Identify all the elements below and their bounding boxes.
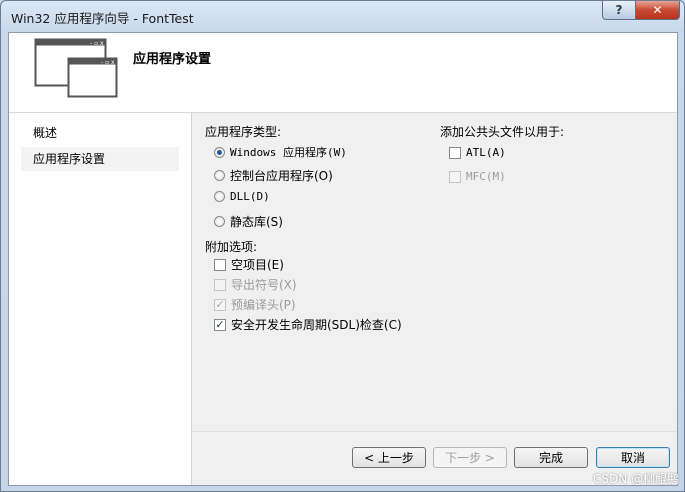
- radio-label: DLL(D): [230, 190, 270, 203]
- checkbox-label: ATL(A): [466, 146, 506, 159]
- radio-unchecked-icon: [214, 170, 225, 181]
- checkbox-atl[interactable]: ATL(A): [449, 146, 506, 159]
- checkbox-mfc: MFC(M): [449, 170, 506, 183]
- radio-console-app[interactable]: 控制台应用程序(O): [214, 167, 333, 184]
- svg-text:- ▫ x: - ▫ x: [90, 40, 104, 47]
- checkbox-unchecked-icon: [214, 258, 226, 271]
- finish-button[interactable]: 完成: [514, 447, 588, 468]
- window-title: Win32 应用程序向导 - FontTest: [11, 11, 194, 26]
- wizard-client-area: - ▫ x - ▫ x 应用程序设置 概述 应用程序设置 应用程序类型: Win…: [8, 32, 678, 486]
- radio-unchecked-icon: [214, 216, 225, 227]
- radio-label: 控制台应用程序(O): [230, 169, 333, 183]
- close-button[interactable]: ✕: [635, 1, 680, 20]
- checkbox-label: 空项目(E): [231, 258, 284, 272]
- footer-divider: [192, 431, 677, 432]
- help-button[interactable]: ?: [602, 1, 636, 20]
- checkbox-disabled-icon: [214, 278, 226, 291]
- radio-unchecked-icon: [214, 191, 225, 202]
- wizard-window: Win32 应用程序向导 - FontTest ? ✕ - ▫ x - ▫ x …: [0, 0, 685, 492]
- nav-item-app-settings[interactable]: 应用程序设置: [21, 147, 179, 171]
- nav-item-label: 概述: [33, 126, 58, 140]
- checkmark-icon: ✓: [214, 317, 226, 331]
- radio-label: Windows 应用程序(W): [230, 146, 347, 159]
- radio-static-lib[interactable]: 静态库(S): [214, 213, 283, 230]
- extra-options-label: 附加选项:: [205, 240, 258, 254]
- checkbox-empty-project[interactable]: 空项目(E): [214, 256, 284, 273]
- watermark-text: CSDN @柳鲲鹏: [592, 472, 679, 486]
- wizard-header: - ▫ x - ▫ x 应用程序设置: [9, 33, 677, 113]
- checkbox-export-symbols: 导出符号(X): [214, 276, 297, 293]
- svg-text:- ▫ x: - ▫ x: [101, 59, 115, 66]
- next-button: 下一步 >: [433, 447, 507, 468]
- nav-item-overview[interactable]: 概述: [21, 121, 179, 145]
- common-headers-label: 添加公共头文件以用于:: [440, 125, 565, 139]
- checkbox-label: 安全开发生命周期(SDL)检查(C): [231, 318, 402, 332]
- nav-item-label: 应用程序设置: [33, 152, 106, 166]
- checkbox-label: 预编译头(P): [231, 298, 296, 312]
- checkmark-disabled-icon: ✓: [214, 297, 226, 311]
- wizard-windows-icon: - ▫ x - ▫ x: [34, 38, 118, 98]
- checkbox-precompiled-header: ✓ 预编译头(P): [214, 296, 296, 313]
- radio-checked-icon: [214, 146, 225, 158]
- cancel-button[interactable]: 取消: [596, 447, 670, 468]
- checkbox-disabled-icon: [449, 170, 461, 183]
- checkbox-label: MFC(M): [466, 170, 506, 183]
- app-type-label: 应用程序类型:: [205, 125, 282, 139]
- help-icon: ?: [615, 3, 623, 17]
- close-icon: ✕: [652, 3, 663, 17]
- wizard-content: 应用程序类型: Windows 应用程序(W) 控制台应用程序(O) DLL(D…: [192, 113, 677, 485]
- radio-windows-app[interactable]: Windows 应用程序(W): [214, 144, 347, 160]
- checkbox-unchecked-icon: [449, 146, 461, 159]
- checkbox-label: 导出符号(X): [231, 278, 297, 292]
- radio-dll[interactable]: DLL(D): [214, 190, 270, 203]
- page-title: 应用程序设置: [133, 52, 212, 67]
- wizard-nav: 概述 应用程序设置: [9, 113, 192, 485]
- prev-button[interactable]: < 上一步: [352, 447, 426, 468]
- checkbox-sdl-checks[interactable]: ✓ 安全开发生命周期(SDL)检查(C): [214, 316, 402, 333]
- title-bar[interactable]: Win32 应用程序向导 - FontTest ? ✕: [1, 1, 684, 31]
- radio-label: 静态库(S): [230, 215, 283, 229]
